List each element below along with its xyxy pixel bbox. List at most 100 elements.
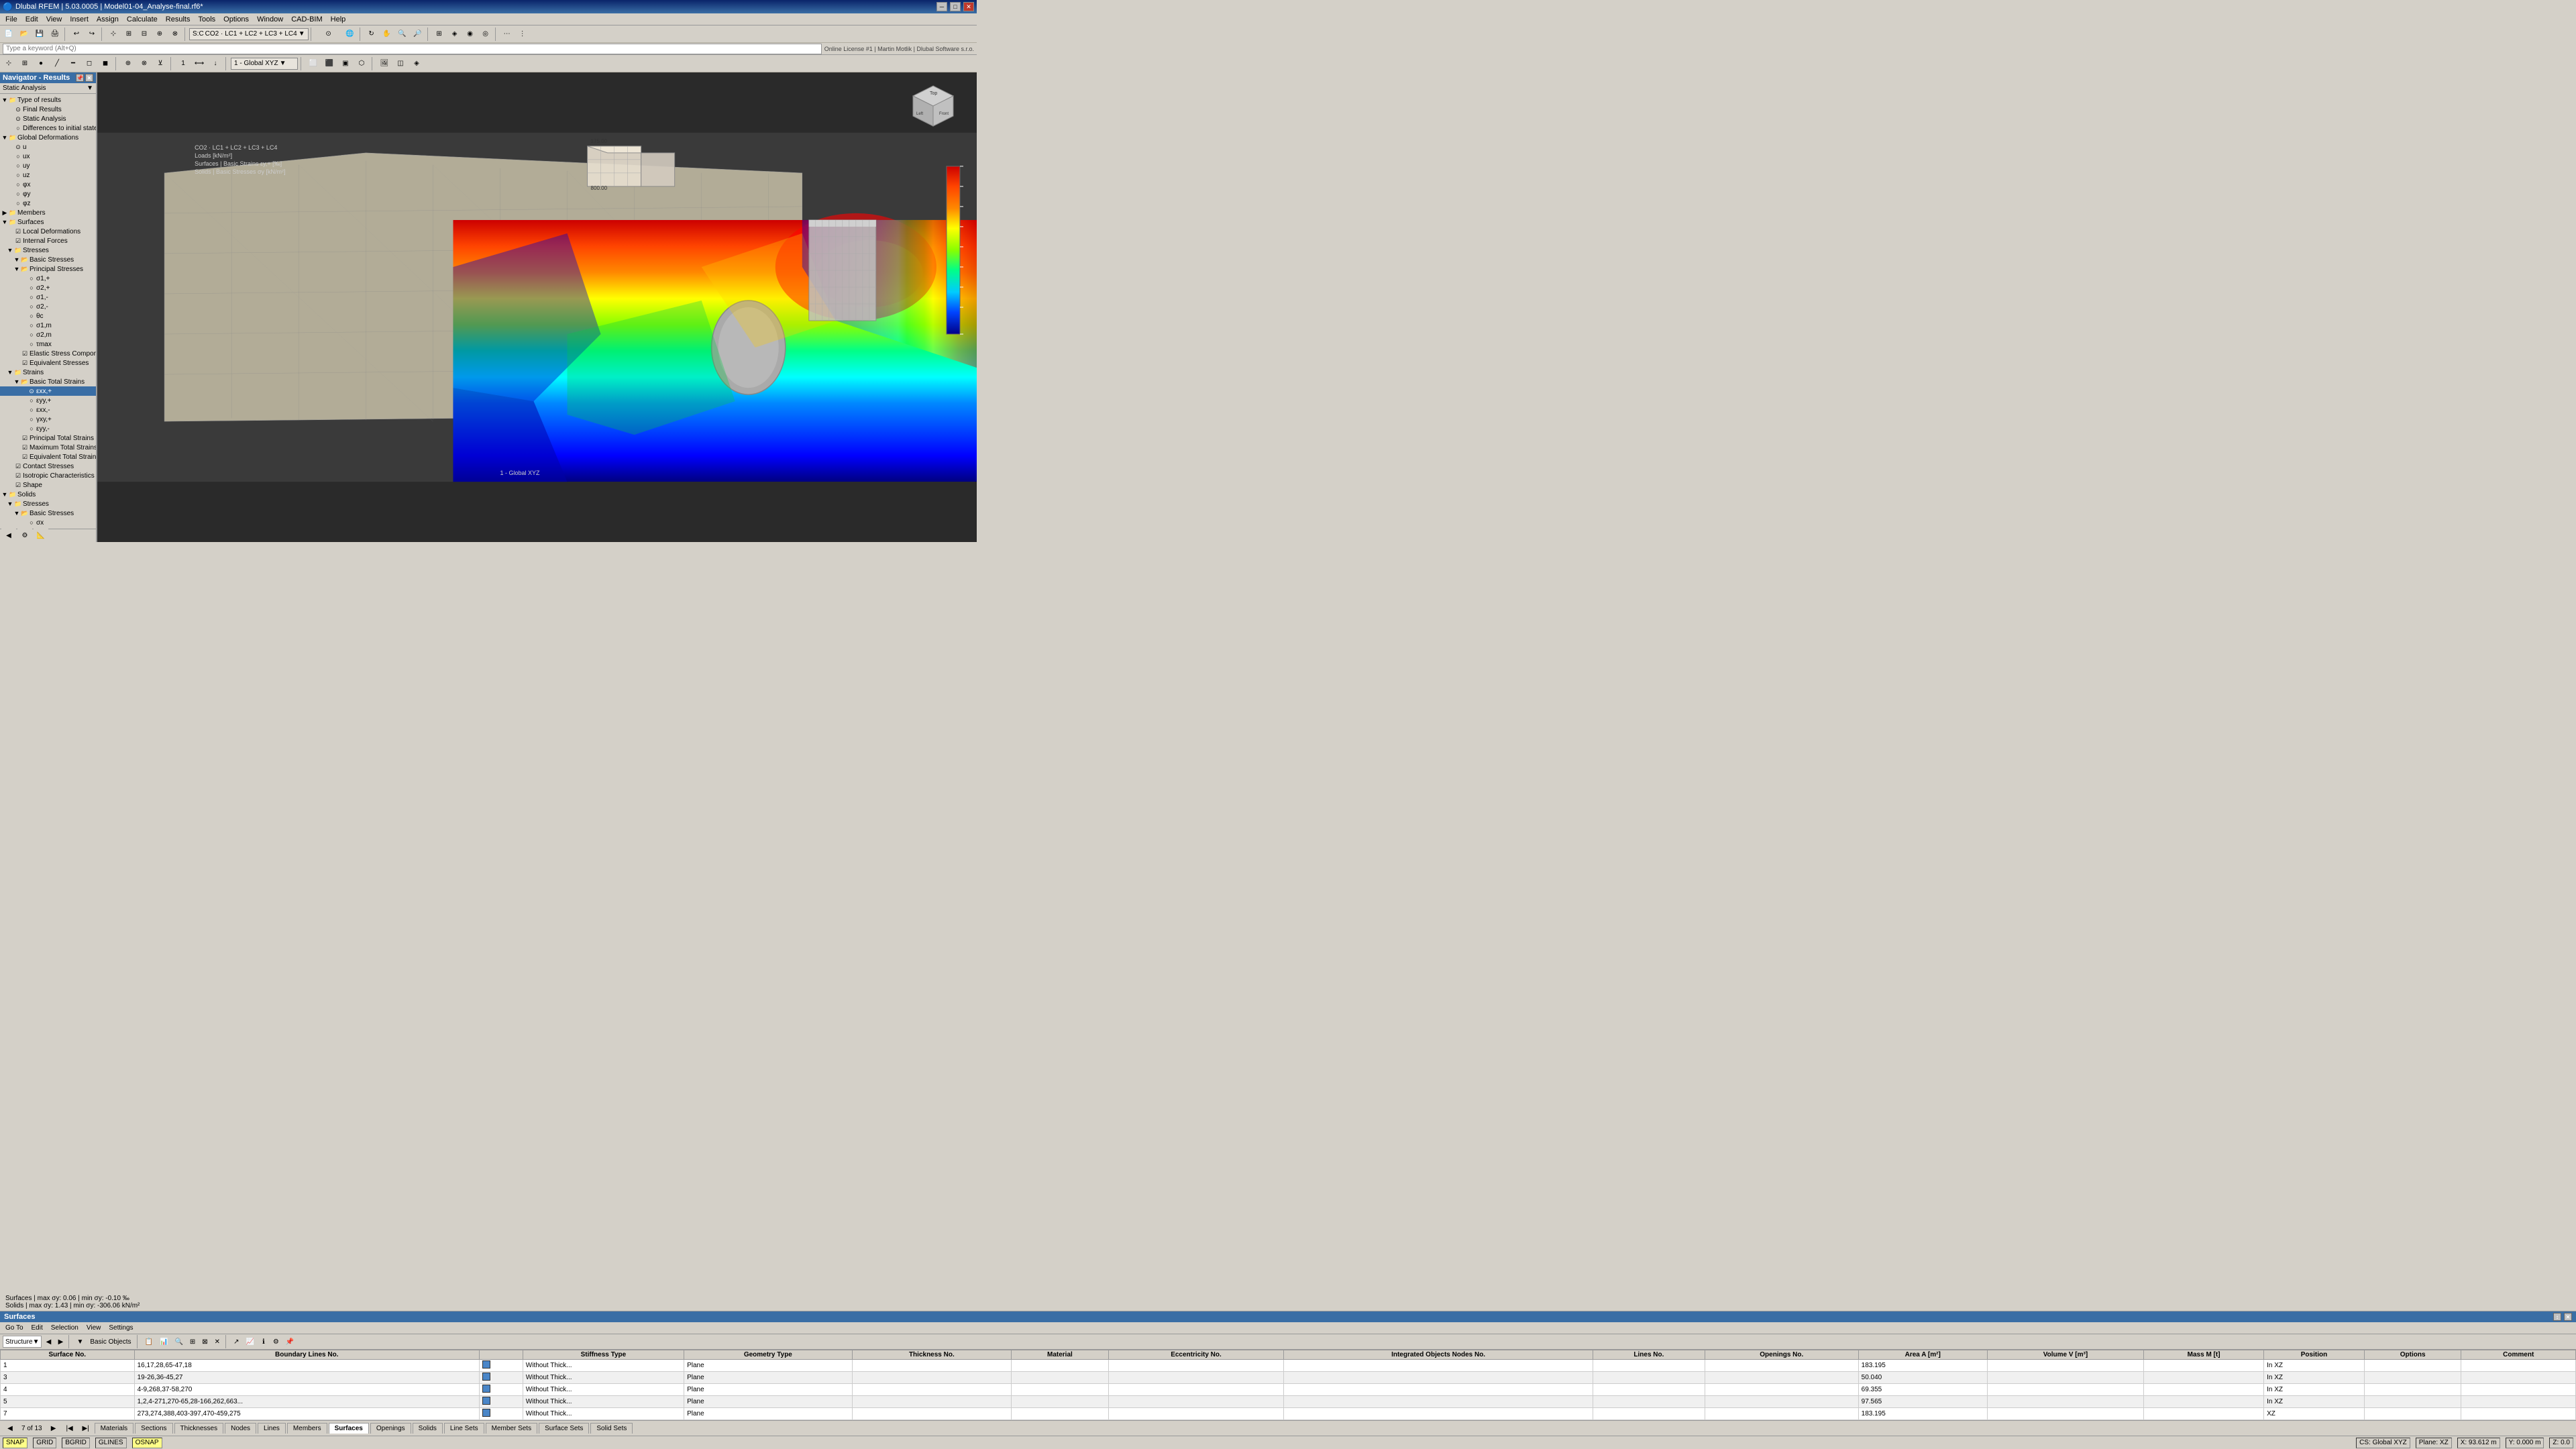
viewport[interactable]: 175.00 800.00 [97,72,977,542]
tb-open[interactable]: 📂 [17,27,32,42]
nav-item-diff-initial[interactable]: ○ Differences to initial state [0,123,96,133]
tb-rotate[interactable]: ↻ [364,27,379,42]
results-expand-button[interactable]: ↕ [2553,1313,2561,1321]
nav-item-basic-stresses[interactable]: ▼ 📂 Basic Stresses [0,255,96,264]
nav-item-type-of-results[interactable]: ▼ 📁 Type of results [0,95,96,105]
nav-close-button[interactable]: ✕ [85,74,93,82]
rt2-structure-dropdown[interactable]: Structure ▼ [3,1336,42,1348]
tabs-prev-button[interactable]: ◀ [3,1421,17,1436]
nav-item-shape[interactable]: ☑ Shape [0,480,96,490]
rt-selection[interactable]: Selection [48,1324,81,1332]
table-row[interactable]: 4 4-9,268,37-58,270 Without Thick... Pla… [1,1384,2576,1396]
nav-item-sigma1p[interactable]: ○ σ1,+ [0,274,96,283]
menu-cad-bim[interactable]: CAD-BIM [287,15,326,24]
nav-item-sigma2p[interactable]: ○ σ2,+ [0,283,96,292]
rt2-icon2[interactable]: 📊 [157,1335,170,1348]
tb-btn5[interactable]: ⊕ [152,27,167,42]
tab-openings[interactable]: Openings [370,1423,411,1434]
rt-edit[interactable]: Edit [29,1324,46,1332]
tb2-member[interactable]: ━ [66,56,80,71]
nav-item-elastic-stress[interactable]: ☑ Elastic Stress Components [0,349,96,358]
menu-options[interactable]: Options [219,15,253,24]
nav-item-ux[interactable]: ○ ux [0,152,96,161]
nav-item-exx-m[interactable]: ○ εxx,- [0,405,96,415]
tb-redo[interactable]: ↪ [85,27,99,42]
menu-file[interactable]: File [1,15,21,24]
nav-item-global-deformations[interactable]: ▼ 📁 Global Deformations [0,133,96,142]
tb-select[interactable]: ⊹ [106,27,121,42]
tb-more1[interactable]: ⋯ [500,27,515,42]
tb-mesh[interactable]: ⊞ [432,27,447,42]
nav-item-pz[interactable]: ○ φz [0,199,96,208]
tb2-dimension[interactable]: ⟷ [192,56,207,71]
loadcase-dropdown[interactable]: S:C CO2 · LC1 + LC2 + LC3 + LC4 ▼ [189,28,309,40]
table-row[interactable]: 5 1,2,4-271,270-65,28-166,262,663... Wit… [1,1396,2576,1408]
tab-members[interactable]: Members [287,1423,327,1434]
rt2-basic-objects-button[interactable]: Basic Objects [87,1335,133,1348]
nav-item-principal-stresses[interactable]: ▼ 📂 Principal Stresses [0,264,96,274]
status-bgrid[interactable]: BGRID [62,1438,90,1448]
tabs-end-button[interactable]: ▶| [78,1421,93,1436]
nav-item-py[interactable]: ○ φy [0,189,96,199]
nav-item-uy[interactable]: ○ uy [0,161,96,170]
tb-iso[interactable]: ◎ [478,27,493,42]
menu-edit[interactable]: Edit [21,15,42,24]
nav-item-basic-total-strains[interactable]: ▼ 📂 Basic Total Strains [0,377,96,386]
tb2-3d[interactable]: ⬡ [354,56,369,71]
tab-solids[interactable]: Solids [413,1423,443,1434]
tb2-deselect[interactable]: ⊗ [137,56,152,71]
nav-item-strains[interactable]: ▼ 📁 Strains [0,368,96,377]
tb2-render-mode[interactable]: 🖼 [377,56,392,71]
nav-item-sigma1m[interactable]: ○ σ1,- [0,292,96,302]
tb-btn6[interactable]: ⊗ [168,27,182,42]
status-snap[interactable]: SNAP [3,1438,28,1448]
tb-view-global[interactable]: 🌐 [343,27,358,42]
maximize-button[interactable]: □ [950,2,961,11]
tabs-next-button[interactable]: ▶ [46,1421,61,1436]
menu-view[interactable]: View [42,15,66,24]
menu-assign[interactable]: Assign [93,15,123,24]
table-row[interactable]: 7 273,274,388,403-397,470-459,275 Withou… [1,1408,2576,1420]
rt2-export[interactable]: ↗ [231,1335,241,1348]
nav-item-max-total-strains[interactable]: ☑ Maximum Total Strains [0,443,96,452]
nav-item-solids-stresses[interactable]: ▼ 📁 Stresses [0,499,96,508]
nav-item-equiv-total-strains[interactable]: ☑ Equivalent Total Strains [0,452,96,462]
nav-item-sigma1m2[interactable]: ○ σ1,m [0,321,96,330]
close-button[interactable]: ✕ [963,2,974,11]
tb2-show-numbers[interactable]: 1 [176,56,191,71]
tab-surfaces[interactable]: Surfaces [329,1423,369,1434]
results-close-button[interactable]: ✕ [2564,1313,2572,1321]
nav-back-button[interactable]: ◀ [1,529,16,543]
nav-item-principal-total-strains[interactable]: ☑ Principal Total Strains [0,433,96,443]
menu-insert[interactable]: Insert [66,15,93,24]
rt-settings[interactable]: Settings [106,1324,136,1332]
tab-thicknesses[interactable]: Thicknesses [174,1423,224,1434]
table-row[interactable]: 1 16,17,28,65-47,18 Without Thick... Pla… [1,1360,2576,1372]
nav-item-internal-forces[interactable]: ☑ Internal Forces [0,236,96,246]
rt2-info[interactable]: ℹ [258,1335,269,1348]
tb-contour[interactable]: ◉ [463,27,478,42]
menu-tools[interactable]: Tools [194,15,219,24]
tab-nodes[interactable]: Nodes [225,1423,256,1434]
tb-zoom-out[interactable]: 🔎 [411,27,425,42]
nav-item-local-deformations[interactable]: ☑ Local Deformations [0,227,96,236]
rt2-next-button[interactable]: ▶ [55,1335,66,1348]
tb2-select-all[interactable]: ⊕ [121,56,136,71]
tb-new[interactable]: 📄 [1,27,16,42]
rt2-settings-btn[interactable]: ⚙ [270,1335,282,1348]
nav-item-theta[interactable]: ○ θc [0,311,96,321]
tb-more2[interactable]: ⋮ [515,27,530,42]
rt2-pin[interactable]: 📌 [283,1335,297,1348]
nav-item-px[interactable]: ○ φx [0,180,96,189]
nav-item-taumax[interactable]: ○ τmax [0,339,96,349]
nav-item-static-analysis[interactable]: ⊙ Static Analysis [0,114,96,123]
table-row[interactable]: 3 19-26,36-45,27 Without Thick... Plane … [1,1372,2576,1384]
nav-item-solids[interactable]: ▼ 📁 Solids [0,490,96,499]
tb2-node[interactable]: ● [34,56,48,71]
rt-view[interactable]: View [84,1324,104,1332]
tb-btn4[interactable]: ⊟ [137,27,152,42]
tb2-front[interactable]: ⬜ [306,56,321,71]
rt2-chart[interactable]: 📈 [243,1335,256,1348]
tb-print[interactable]: 🖨 [48,27,62,42]
nav-item-members[interactable]: ▶ 📁 Members [0,208,96,217]
